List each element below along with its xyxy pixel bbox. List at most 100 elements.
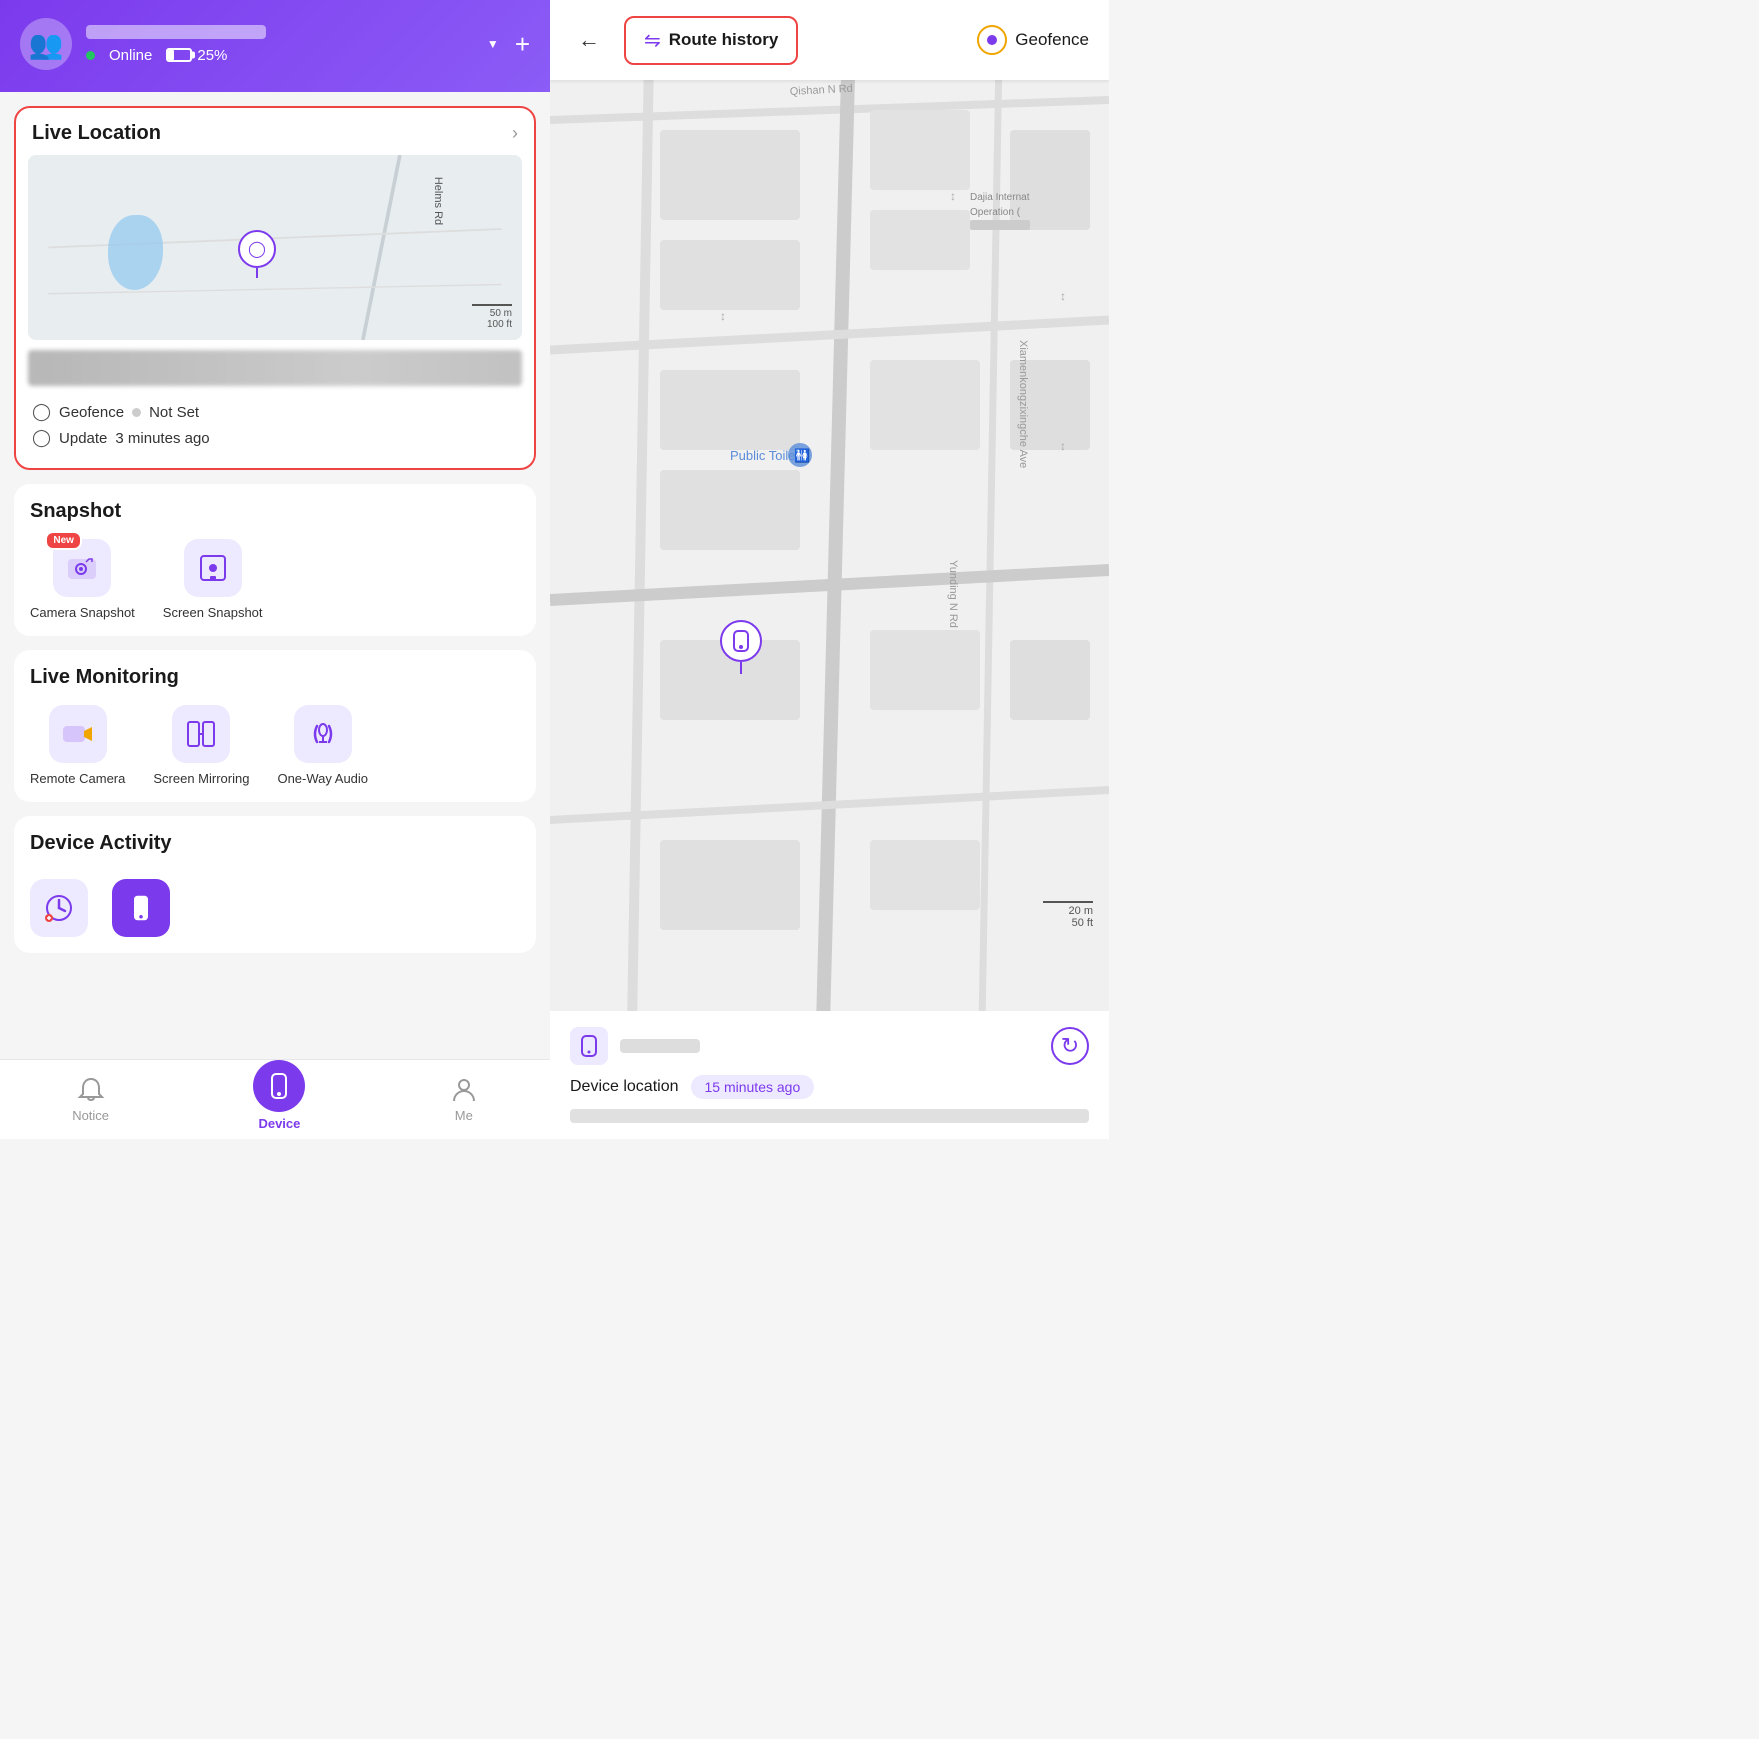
scale-ft: 50 ft bbox=[1043, 917, 1093, 929]
remote-camera-item[interactable]: Remote Camera bbox=[30, 705, 125, 786]
screen-mirroring-label: Screen Mirroring bbox=[153, 771, 249, 786]
battery-shape bbox=[166, 48, 192, 62]
snapshot-card: Snapshot New Camera Snapshot bbox=[14, 484, 536, 636]
card-meta: ◯ Geofence Not Set ◯ Update 3 minutes ag… bbox=[16, 398, 534, 468]
me-icon bbox=[450, 1076, 478, 1104]
one-way-audio-item[interactable]: One-Way Audio bbox=[277, 705, 368, 786]
avatar: 👥 bbox=[20, 18, 72, 70]
map-preview: ◯ Helms Rd 50 m 100 ft bbox=[28, 155, 522, 340]
header-info: Online 25% bbox=[86, 25, 473, 64]
battery-indicator: 25% bbox=[166, 47, 227, 64]
map-pin-circle bbox=[720, 620, 762, 662]
scale-m: 20 m bbox=[1043, 905, 1093, 917]
scale-100ft: 100 ft bbox=[472, 319, 512, 330]
back-button[interactable]: ← bbox=[570, 21, 608, 59]
one-way-audio-label: One-Way Audio bbox=[277, 771, 368, 786]
map-footer-blur bbox=[28, 350, 522, 386]
nav-notice[interactable]: Notice bbox=[72, 1076, 109, 1123]
online-label: Online bbox=[109, 47, 152, 64]
svg-text:↕: ↕ bbox=[1060, 439, 1066, 453]
battery-label: 25% bbox=[197, 47, 227, 64]
device-activity-title: Device Activity bbox=[30, 832, 520, 855]
live-location-header: Live Location › bbox=[16, 108, 534, 155]
road-label: Helms Rd bbox=[432, 177, 444, 225]
geofence-meta-status: Not Set bbox=[149, 404, 199, 421]
remote-camera-icon bbox=[62, 718, 94, 750]
live-monitoring-grid: Remote Camera Screen Mirroring bbox=[30, 705, 520, 786]
screen-snapshot-icon bbox=[197, 552, 229, 584]
device-nav-icon bbox=[265, 1072, 293, 1100]
screen-mirroring-icon bbox=[185, 718, 217, 750]
map-header: ← ⇋ Route history Geofence bbox=[550, 0, 1109, 80]
nav-me[interactable]: Me bbox=[450, 1076, 478, 1123]
svg-text:Yunding N Rd: Yunding N Rd bbox=[947, 560, 959, 628]
live-monitoring-title: Live Monitoring bbox=[30, 666, 520, 689]
one-way-audio-box bbox=[294, 705, 352, 763]
right-panel: Qishan N Rd Xiamenkongzixingche Ave Yund… bbox=[550, 0, 1109, 1139]
geofence-map-label: Geofence bbox=[1015, 30, 1089, 50]
camera-snapshot-icon bbox=[66, 552, 98, 584]
status-row: Online 25% bbox=[86, 47, 473, 64]
live-location-chevron-icon[interactable]: › bbox=[512, 123, 518, 144]
route-history-label: Route history bbox=[669, 30, 779, 50]
activity-icon-item-2[interactable] bbox=[112, 879, 170, 937]
route-history-icon: ⇋ bbox=[644, 28, 661, 53]
dropdown-arrow-icon[interactable]: ▼ bbox=[487, 37, 499, 51]
screen-mirroring-item[interactable]: Screen Mirroring bbox=[153, 705, 249, 786]
svg-text:🚻: 🚻 bbox=[794, 448, 810, 463]
pin-circle: ◯ bbox=[238, 230, 276, 268]
refresh-button[interactable]: ↻ bbox=[1051, 1027, 1089, 1065]
add-button[interactable]: + bbox=[515, 29, 530, 60]
geofence-circle-icon bbox=[977, 25, 1007, 55]
geofence-meta-icon: ◯ bbox=[32, 402, 51, 422]
remote-camera-label: Remote Camera bbox=[30, 771, 125, 786]
route-history-button[interactable]: ⇋ Route history bbox=[624, 16, 798, 65]
device-label: Device bbox=[258, 1116, 300, 1131]
content-scroll: Live Location › bbox=[0, 92, 550, 1139]
scale-line bbox=[472, 304, 512, 306]
activity-icon-item-1[interactable] bbox=[30, 879, 88, 937]
geofence-button[interactable]: Geofence bbox=[977, 25, 1089, 55]
me-label: Me bbox=[455, 1108, 473, 1123]
snapshot-grid: New Camera Snapshot bbox=[30, 539, 520, 620]
svg-text:Operation (: Operation ( bbox=[970, 207, 1021, 218]
geofence-meta-label: Geofence bbox=[59, 404, 124, 421]
screen-snapshot-item[interactable]: Screen Snapshot bbox=[163, 539, 263, 620]
device-thumbnail bbox=[570, 1027, 608, 1065]
device-pin: ◯ bbox=[238, 230, 276, 278]
live-location-card[interactable]: Live Location › bbox=[14, 106, 536, 470]
new-badge: New bbox=[45, 531, 82, 550]
device-loc-row: ↻ bbox=[570, 1027, 1089, 1065]
battery-fill bbox=[168, 50, 174, 60]
map-background-svg: Qishan N Rd Xiamenkongzixingche Ave Yund… bbox=[550, 0, 1109, 1139]
one-way-audio-icon bbox=[307, 718, 339, 750]
bottom-nav: Notice Device Me bbox=[0, 1059, 550, 1139]
update-meta-label: Update bbox=[59, 430, 107, 447]
activity-icons bbox=[30, 871, 520, 937]
activity-box-1 bbox=[30, 879, 88, 937]
device-location-time: 15 minutes ago bbox=[691, 1075, 815, 1099]
camera-snapshot-item[interactable]: New Camera Snapshot bbox=[30, 539, 135, 620]
update-row: ◯ Update 3 minutes ago bbox=[32, 428, 518, 448]
header-actions: ▼ + bbox=[487, 29, 530, 60]
svg-text:↕: ↕ bbox=[1060, 289, 1066, 303]
svg-text:↕: ↕ bbox=[950, 189, 956, 203]
map-pin-stem bbox=[740, 662, 742, 674]
device-name-blur bbox=[620, 1039, 700, 1053]
camera-snapshot-box: New bbox=[53, 539, 111, 597]
live-monitoring-card: Live Monitoring Remote Camera bbox=[14, 650, 536, 802]
camera-snapshot-label: Camera Snapshot bbox=[30, 605, 135, 620]
device-location-label: Device location bbox=[570, 1078, 679, 1096]
geofence-row: ◯ Geofence Not Set bbox=[32, 402, 518, 422]
svg-text:Xiamenkongzixingche Ave: Xiamenkongzixingche Ave bbox=[1017, 340, 1029, 468]
map-scale: 20 m 50 ft bbox=[1043, 901, 1093, 929]
device-thumb-icon bbox=[578, 1035, 600, 1057]
scale-50m: 50 m bbox=[472, 308, 512, 319]
map-device-marker bbox=[720, 620, 762, 674]
online-dot bbox=[86, 51, 95, 60]
notice-label: Notice bbox=[72, 1108, 109, 1123]
screen-snapshot-label: Screen Snapshot bbox=[163, 605, 263, 620]
clock-icon: ◯ bbox=[32, 428, 51, 448]
nav-device[interactable]: Device bbox=[253, 1068, 305, 1131]
scale-line-right bbox=[1043, 901, 1093, 903]
